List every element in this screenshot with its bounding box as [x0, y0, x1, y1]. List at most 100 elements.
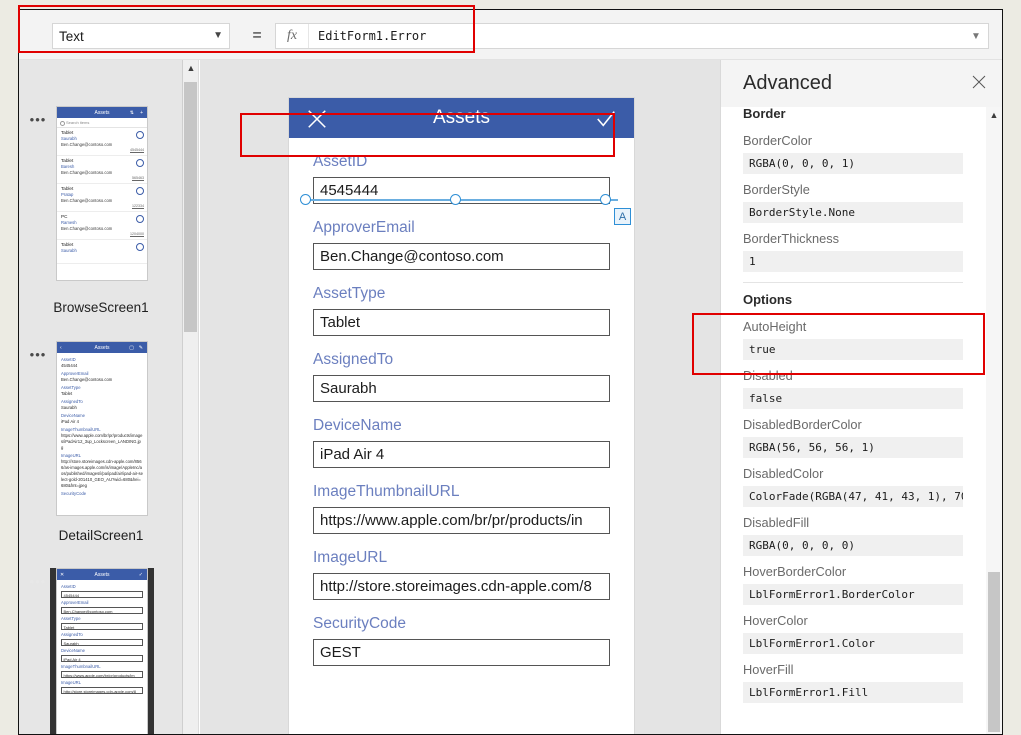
form-field-imageurl[interactable]: ImageURL http://store.storeimages.cdn-ap…	[289, 534, 634, 600]
field-input[interactable]: Saurabh	[313, 375, 610, 402]
field-label: AssetType	[313, 284, 610, 304]
property-value[interactable]: false	[743, 388, 963, 409]
sort-icon: ⇅	[130, 110, 134, 116]
list-item: Tablet Baresh Ben.Change@contoso.com 565…	[57, 156, 147, 184]
screen-thumbnail-browsescreen1[interactable]: Assets ⇅ + Search items Tablet Saurabh B…	[56, 106, 148, 281]
canvas-vertical-scrollbar[interactable]: ▲	[183, 60, 199, 735]
fx-icon: fx	[276, 24, 309, 48]
close-icon: ✕	[60, 572, 64, 578]
field-input[interactable]: Ben.Change@contoso.com	[313, 243, 610, 270]
property-name: HoverBorderColor	[743, 563, 963, 581]
scroll-up-icon[interactable]: ▲	[986, 107, 1002, 123]
property-borderstyle[interactable]: BorderStyle BorderStyle.None	[721, 174, 985, 223]
property-value[interactable]: BorderStyle.None	[743, 202, 963, 223]
formula-input[interactable]: EditForm1.Error	[309, 29, 964, 43]
field-value: iPad Air 4	[61, 419, 143, 425]
scrollbar-thumb[interactable]	[184, 82, 197, 332]
field-label: ImageURL	[61, 680, 143, 686]
list-item: Tablet Pratap Ben.Change@contoso.com 122…	[57, 184, 147, 212]
property-value[interactable]: RGBA(56, 56, 56, 1)	[743, 437, 963, 458]
thumb-search-placeholder: Search items	[66, 120, 89, 125]
row-person: Saurabh	[61, 248, 144, 254]
thumb-header: ‹ Assets ▢ ✎	[57, 342, 147, 353]
form-field-devicename[interactable]: DeviceName iPad Air 4	[289, 402, 634, 468]
form-field-assettype[interactable]: AssetType Tablet	[289, 270, 634, 336]
property-value[interactable]: RGBA(0, 0, 0, 0)	[743, 535, 963, 556]
property-disabledbordercolor[interactable]: DisabledBorderColor RGBA(56, 56, 56, 1)	[721, 409, 985, 458]
property-disabledfill[interactable]: DisabledFill RGBA(0, 0, 0, 0)	[721, 507, 985, 556]
app-window: Text ▼ = fx EditForm1.Error ▼ ••• Assets…	[18, 9, 1003, 735]
screenshot-root: Text ▼ = fx EditForm1.Error ▼ ••• Assets…	[0, 0, 1021, 735]
screens-pane[interactable]: ••• Assets ⇅ + Search items Tablet Saura…	[19, 60, 183, 735]
property-autoheight[interactable]: AutoHeight true	[721, 311, 985, 360]
list-item: Tablet Saurabh	[57, 240, 147, 264]
back-icon: ‹	[60, 345, 62, 351]
form-field-assetid[interactable]: AssetID 4545444	[289, 138, 634, 204]
field-input: Ben.Change@contoso.com	[61, 607, 143, 614]
scroll-up-icon[interactable]: ▲	[183, 60, 199, 76]
property-disabled[interactable]: Disabled false	[721, 360, 985, 409]
property-name: BorderColor	[743, 132, 963, 150]
field-input[interactable]: https://www.apple.com/br/pr/products/in	[313, 507, 610, 534]
property-value[interactable]: RGBA(0, 0, 0, 1)	[743, 153, 963, 174]
property-bordercolor[interactable]: BorderColor RGBA(0, 0, 0, 1)	[721, 125, 985, 174]
screen-label-browsescreen1: BrowseScreen1	[19, 300, 183, 315]
screen-context-menu-icon[interactable]: •••	[28, 577, 48, 591]
close-icon[interactable]	[306, 108, 328, 130]
advanced-panel-scrollbar[interactable]: ▲	[986, 107, 1002, 735]
phone-preview[interactable]: Assets AssetID 4545444 ApproverEmail Ben…	[289, 98, 634, 735]
field-input[interactable]: iPad Air 4	[313, 441, 610, 468]
property-value[interactable]: LblFormError1.Color	[743, 633, 963, 654]
form-field-securitycode[interactable]: SecurityCode GEST	[289, 600, 634, 666]
form-field-assignedto[interactable]: AssignedTo Saurabh	[289, 336, 634, 402]
property-value[interactable]: ColorFade(RGBA(47, 41, 43, 1), 70%)	[743, 486, 963, 507]
list-item: PC Ramesh Ben.Change@contoso.com 1204000	[57, 212, 147, 240]
field-label: AssetType	[61, 616, 143, 622]
property-name: BorderStyle	[743, 181, 963, 199]
form-field-approveremail[interactable]: ApproverEmail Ben.Change@contoso.com	[289, 204, 634, 270]
property-name: Disabled	[743, 367, 963, 385]
property-hoverbordercolor[interactable]: HoverBorderColor LblFormError1.BorderCol…	[721, 556, 985, 605]
thumb-header: Assets ⇅ +	[57, 107, 147, 118]
formula-input-wrap[interactable]: fx EditForm1.Error ▼	[275, 23, 989, 49]
thumb-header: ✕ Assets ✓	[57, 569, 147, 580]
screen-context-menu-icon[interactable]: •••	[28, 115, 48, 129]
property-value[interactable]: true	[743, 339, 963, 360]
property-dropdown-value: Text	[59, 29, 84, 44]
screen-thumbnail-editscreen1[interactable]: ✕ Assets ✓ AssetID 4545444 ApproverEmail…	[56, 568, 148, 735]
property-value[interactable]: 1	[743, 251, 963, 272]
chevron-right-icon	[136, 187, 144, 195]
property-disabledcolor[interactable]: DisabledColor ColorFade(RGBA(47, 41, 43,…	[721, 458, 985, 507]
checkmark-icon[interactable]	[595, 108, 617, 130]
field-label: ImageThumbnailURL	[61, 664, 143, 670]
field-input: Saurabh	[61, 639, 143, 646]
row-id: 122334	[61, 204, 144, 209]
field-label: AssignedTo	[313, 350, 610, 370]
property-hovercolor[interactable]: HoverColor LblFormError1.Color	[721, 605, 985, 654]
field-input: http://store.storeimages.cdn-apple.com/8	[61, 687, 143, 694]
form-field-imagethumbnailurl[interactable]: ImageThumbnailURL https://www.apple.com/…	[289, 468, 634, 534]
field-label: SecurityCode	[313, 614, 610, 634]
field-input[interactable]: 4545444	[313, 177, 610, 204]
app-screen-header: Assets	[289, 98, 634, 138]
field-input[interactable]: Tablet	[313, 309, 610, 336]
formula-expand-chevron-down-icon[interactable]: ▼	[964, 31, 988, 42]
thumb-title: Assets	[94, 572, 109, 578]
close-icon[interactable]	[970, 73, 988, 91]
field-label: DeviceName	[61, 648, 143, 654]
property-value[interactable]: LblFormError1.Fill	[743, 682, 963, 703]
add-icon: +	[140, 110, 143, 116]
screen-thumbnail-detailscreen1[interactable]: ‹ Assets ▢ ✎ AssetID 4545444 ApproverEma…	[56, 341, 148, 516]
screen-context-menu-icon[interactable]: •••	[28, 350, 48, 364]
property-hoverfill[interactable]: HoverFill LblFormError1.Fill	[721, 654, 985, 703]
field-input[interactable]: http://store.storeimages.cdn-apple.com/8	[313, 573, 610, 600]
advanced-panel-body[interactable]: Border BorderColor RGBA(0, 0, 0, 1) Bord…	[721, 107, 985, 735]
property-borderthickness[interactable]: BorderThickness 1	[721, 223, 985, 272]
property-value[interactable]: LblFormError1.BorderColor	[743, 584, 963, 605]
scrollbar-thumb[interactable]	[988, 572, 1000, 732]
property-dropdown[interactable]: Text ▼	[52, 23, 230, 49]
field-input[interactable]: GEST	[313, 639, 610, 666]
design-canvas[interactable]: Assets AssetID 4545444 ApproverEmail Ben…	[200, 60, 720, 735]
property-name: DisabledFill	[743, 514, 963, 532]
advanced-panel: Advanced Border BorderColor RGBA(0, 0, 0…	[720, 60, 1002, 735]
